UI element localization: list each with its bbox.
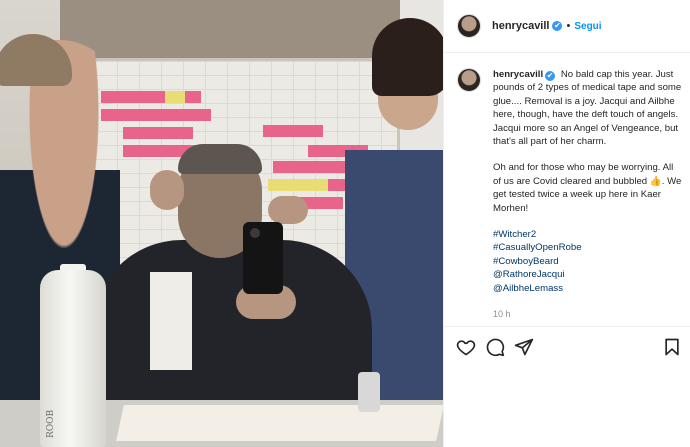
separator-dot: • [566, 20, 571, 32]
papers [116, 405, 443, 441]
sticky-note [165, 91, 185, 103]
actor-hair [178, 144, 262, 174]
sticky-note [268, 179, 328, 191]
spray-can [358, 372, 380, 412]
share-icon[interactable] [514, 337, 534, 357]
username-link[interactable]: henrycavill [492, 20, 549, 32]
sticky-note [273, 161, 353, 173]
hashtag-link[interactable]: #Witcher2 [493, 228, 683, 241]
comment-icon[interactable] [485, 337, 505, 357]
hashtag-link[interactable]: #CasuallyOpenRobe [493, 241, 683, 254]
heart-icon[interactable] [456, 337, 476, 357]
caption-area: henrycavill ✔ No bald cap this year. Just… [444, 54, 690, 326]
thumbs-up-emoji: 👍 [649, 175, 662, 187]
mention-link[interactable]: @RathoreJacqui [493, 268, 683, 281]
caption-paragraph-2: Oh and for those who may be worrying. Al… [493, 162, 674, 187]
artist-hand [268, 196, 308, 224]
camera-lens [250, 228, 260, 238]
verified-badge-icon: ✔ [552, 21, 563, 31]
hashtag-link[interactable]: #CowboyBeard [493, 255, 683, 268]
makeup-artist-right-hair [372, 18, 443, 96]
caption-paragraph-1: No bald cap this year. Just pounds of 2 … [493, 69, 682, 148]
towel [150, 272, 192, 370]
caption-text: henrycavill ✔ No bald cap this year. Just… [493, 68, 683, 326]
timestamp: 10 h [493, 309, 511, 320]
sticky-note [263, 125, 323, 137]
bottle-label: ROOB [46, 409, 56, 438]
bookmark-icon[interactable] [662, 337, 682, 357]
follow-button[interactable]: Segui [574, 21, 601, 32]
caption-username-link[interactable]: henrycavill [493, 69, 543, 80]
artist-hand [150, 170, 184, 210]
avatar[interactable] [457, 14, 481, 38]
action-bar [444, 326, 690, 366]
post-side-panel: henrycavill ✔ • Segui henrycavill ✔ No ba… [443, 0, 690, 447]
post-header: henrycavill ✔ • Segui [444, 0, 690, 53]
caption-avatar[interactable] [457, 68, 481, 92]
caption-verified-badge-icon: ✔ [545, 71, 556, 81]
mention-link[interactable]: @AilbheLemass [493, 282, 683, 295]
smartphone [243, 222, 283, 294]
sticky-note [123, 127, 193, 139]
post-photo[interactable]: ROOB [0, 0, 443, 447]
